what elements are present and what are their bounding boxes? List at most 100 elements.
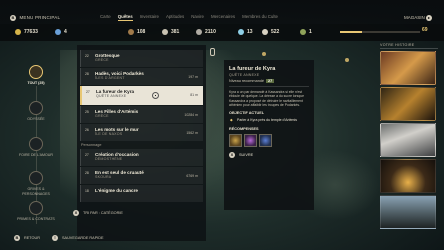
olive-counter: 1: [300, 29, 312, 35]
tab-mercenaries[interactable]: Mercenaires: [211, 14, 235, 21]
objective-heading: OBJECTIF ACTUEL: [229, 111, 265, 116]
odyssey-icon: [29, 101, 43, 115]
back-button[interactable]: B RETOUR: [14, 235, 40, 241]
tab-abilities[interactable]: Aptitudes: [166, 14, 184, 21]
quest-distance: 6769 m: [186, 174, 198, 178]
quest-item[interactable]: 26 Les mots sur le mur ÎLE DE NAXOS 1562…: [80, 124, 203, 141]
story-image[interactable]: [380, 159, 436, 193]
quest-distance: 197 m: [188, 75, 198, 79]
all-quests-icon: [29, 65, 43, 79]
heart-icon: [29, 137, 43, 151]
drachmas-value: 77633: [24, 29, 38, 35]
drachmas-counter: 77633: [15, 29, 38, 35]
recommended-level-value: 27: [266, 79, 275, 83]
tab-map[interactable]: Carte: [100, 14, 111, 21]
tab-cultists[interactable]: Membres du Culte: [242, 14, 278, 21]
quest-level: 27: [85, 153, 89, 157]
reward-item-icon[interactable]: [259, 133, 272, 147]
iron-counter: 2110: [196, 29, 216, 35]
cursor-icon: [152, 92, 159, 99]
crystal-icon: [238, 29, 244, 35]
recommended-level-label: Niveau recommandé: [229, 79, 265, 83]
story-image[interactable]: [380, 123, 436, 157]
map-marker: [345, 58, 349, 62]
quest-item[interactable]: 28 Hadès, voici Podarkès ÎLES D'ARGENT 1…: [80, 68, 203, 85]
story-image[interactable]: [380, 51, 436, 85]
quest-item[interactable]: 22 Grottesque GRÈCE: [80, 50, 203, 67]
scroll-indicator-icon: [210, 48, 215, 56]
quest-distance: 81 m: [190, 93, 198, 97]
quest-detail-panel: La fureur de Kyra QUÊTE ANNEXE Niveau re…: [224, 60, 314, 210]
sidebar-item-bounties[interactable]: PRIMES & CONTRATS: [15, 201, 57, 222]
x-button-icon: X: [73, 210, 79, 216]
quick-save-button[interactable]: ≡ SAUVEGARDE RAPIDE: [52, 235, 104, 241]
quest-category-sidebar: TOUT (25) ODYSSÉE FOIRE DE L'AMOUR GRIVE…: [0, 41, 72, 226]
crystal-value: 13: [247, 29, 253, 35]
quest-item[interactable]: 28 En est seul de cruauté SKOURA 6769 m: [80, 167, 203, 184]
wood-value: 108: [137, 29, 146, 35]
sidebar-item-love[interactable]: FOIRE DE L'AMOUR: [15, 137, 57, 158]
sidebar-item-label: TOUT (25): [27, 81, 45, 85]
sidebar-item-label: ODYSSÉE: [27, 117, 45, 121]
quest-item[interactable]: 25 Les Filles d'Artémis GRÈCE 10284 m: [80, 106, 203, 123]
quick-save-label: SAUVEGARDE RAPIDE: [62, 236, 104, 240]
b-button-icon: B: [10, 15, 16, 21]
x-button-icon: X: [229, 151, 235, 158]
story-panel-title: VOTRE HISTOIRE: [380, 43, 415, 47]
wood-counter: 108: [128, 29, 145, 35]
ostrakon-counter: 522: [262, 29, 279, 35]
sort-label: TRI PAR : CATÉGORIE: [83, 211, 123, 215]
reward-drachmas-icon[interactable]: [229, 133, 242, 147]
ability-points-value: 4: [64, 29, 67, 35]
quest-region: ÎLES D'ARGENT: [95, 76, 125, 80]
leather-icon: [162, 29, 168, 35]
bottom-bar: B RETOUR ≡ SAUVEGARDE RAPIDE: [0, 226, 444, 250]
quest-item[interactable]: 27 Création d'occasion DÉMOSTHÈNE: [80, 149, 203, 166]
current-objective: Parler à Kyra près du temple d'Artémis: [229, 118, 309, 123]
detail-description: Kyra a un par demandé à Kassandra si ell…: [229, 90, 305, 107]
follow-button[interactable]: X SUIVRE: [229, 151, 309, 158]
characters-icon: [29, 171, 43, 185]
sidebar-item-all[interactable]: TOUT (25): [15, 65, 57, 86]
quest-name: La fureur de Kyra: [96, 89, 135, 94]
menu-button-icon: ≡: [52, 235, 58, 241]
tab-ship[interactable]: Navire: [191, 14, 204, 21]
quest-section-header: Personnage: [81, 143, 102, 147]
quest-level: 26: [85, 128, 89, 132]
quest-region: DÉMOSTHÈNE: [95, 157, 123, 161]
shop-button[interactable]: MAGASIN ▸: [404, 15, 434, 21]
iron-icon: [196, 29, 202, 35]
contract-icon: [29, 201, 43, 215]
quest-item-selected[interactable]: 27 La fureur de Kyra QUÊTE ANNEXE 81 m: [80, 86, 203, 105]
story-image[interactable]: [380, 87, 436, 121]
quest-name: L'énigme du cancre: [95, 188, 138, 193]
quest-level: 18: [85, 189, 89, 193]
story-image[interactable]: [380, 195, 436, 229]
wood-icon: [128, 29, 134, 35]
quest-item[interactable]: 18 L'énigme du cancre: [80, 185, 203, 202]
reward-xp-icon[interactable]: [244, 133, 257, 147]
coin-icon: [15, 29, 21, 35]
tab-quests[interactable]: Quêtes: [117, 14, 133, 21]
quest-region: QUÊTE ANNEXE: [96, 94, 127, 98]
sidebar-item-characters[interactable]: GRIVES & PERSONNAGES: [15, 171, 57, 196]
iron-value: 2110: [205, 29, 216, 35]
main-menu-button[interactable]: B MENU PRINCIPAL: [10, 15, 60, 21]
ostrakon-icon: [262, 29, 268, 35]
tab-inventory[interactable]: Inventaire: [140, 14, 159, 21]
rewards-list: [229, 133, 309, 147]
menu-tabs: Carte Quêtes Inventaire Aptitudes Navire…: [100, 14, 278, 21]
leather-counter: 381: [162, 29, 179, 35]
player-level: 69: [422, 27, 428, 33]
quest-level: 28: [85, 171, 89, 175]
divider: [229, 86, 309, 87]
shop-label: MAGASIN: [403, 15, 425, 21]
ability-points-counter: 4: [55, 29, 67, 35]
quest-name: Création d'occasion: [95, 152, 139, 157]
sidebar-item-odyssey[interactable]: ODYSSÉE: [15, 101, 57, 122]
crystal-counter: 13: [238, 29, 253, 35]
quest-level: 28: [85, 72, 89, 76]
back-label: RETOUR: [24, 236, 40, 240]
sort-button[interactable]: X TRI PAR : CATÉGORIE: [73, 210, 123, 216]
top-bar: B MENU PRINCIPAL Carte Quêtes Inventaire…: [0, 0, 444, 24]
